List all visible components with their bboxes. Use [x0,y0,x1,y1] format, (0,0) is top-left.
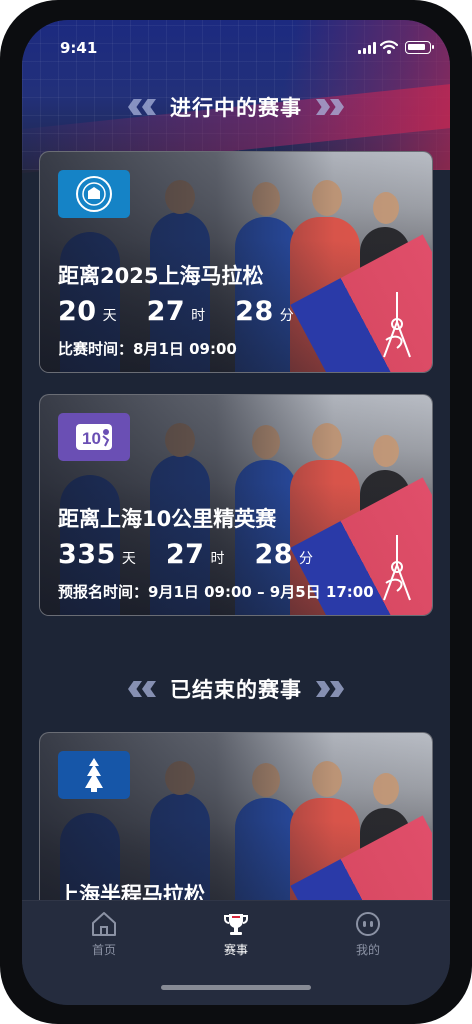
hours-unit: 时 [210,551,225,567]
university-seal-icon [76,176,112,212]
knot-decoration-icon [383,292,411,358]
trophy-icon [224,914,248,935]
knot-decoration-icon [383,535,411,601]
tab-home-label: 首页 [91,943,116,957]
days-unit: 天 [102,308,117,324]
app-screen: 9:41 进行中的赛事 距离2025上海马拉松 20 天 27 时 28 分 比… [22,20,450,1005]
tab-mine-label: 我的 [355,943,380,957]
event-card[interactable]: 10 距离上海10公里精英赛 335 天 27 时 28 分 预报名时间：9月1… [39,394,433,616]
countdown-minutes: 28 [254,539,294,570]
event-title: 距离上海10公里精英赛 [58,507,277,531]
badge-text: 10 [82,429,101,448]
countdown: 335 天 27 时 28 分 [58,539,343,570]
event-logo: 10 [58,413,130,461]
event-time: 比赛时间：8月1日 09:00 [58,338,237,359]
home-icon [92,912,116,936]
event-logo [58,751,130,799]
double-chevron-right-icon [316,681,344,697]
tab-home[interactable]: 首页 [64,911,144,958]
wifi-icon [380,40,398,54]
event-title: 距离2025上海马拉松 [58,264,264,288]
tab-events-label: 赛事 [223,943,248,957]
event-card[interactable]: 距离2025上海马拉松 20 天 27 时 28 分 比赛时间：8月1日 09:… [39,151,433,373]
event-time-value: 8月1日 09:00 [133,340,237,358]
tab-events[interactable]: 赛事 [196,911,276,958]
minutes-unit: 分 [299,551,314,567]
days-unit: 天 [121,551,136,567]
half-marathon-icon [85,758,103,792]
minutes-unit: 分 [279,308,294,324]
event-logo [58,170,130,218]
event-time-label: 预报名时间： [58,583,149,601]
double-chevron-right-icon [316,99,344,115]
section-label: 已结束的赛事 [170,678,302,702]
event-time-label: 比赛时间： [58,340,134,358]
countdown-hours: 27 [165,539,205,570]
hours-unit: 时 [191,308,206,324]
countdown-days: 20 [58,296,97,327]
event-time-value: 9月1日 09:00 – 9月5日 17:00 [148,583,374,601]
battery-icon [405,41,434,54]
tab-mine[interactable]: 我的 [328,911,408,958]
countdown-days: 335 [58,539,116,570]
countdown-minutes: 28 [235,296,274,327]
section-title-ended: 已结束的赛事 [22,674,450,704]
section-title-ongoing: 进行中的赛事 [22,92,450,122]
status-bar: 9:41 [22,20,450,74]
status-time: 9:41 [60,39,98,57]
double-chevron-left-icon [128,681,156,697]
cellular-signal-icon [358,42,376,54]
profile-face-icon [356,912,380,936]
home-indicator[interactable] [161,985,311,990]
countdown-hours: 27 [146,296,186,327]
section-label: 进行中的赛事 [170,96,302,120]
phone-frame: 9:41 进行中的赛事 距离2025上海马拉松 20 天 27 时 28 分 比… [0,0,472,1024]
10k-runner-icon: 10 [76,424,112,450]
countdown: 20 天 27 时 28 分 [58,296,324,327]
double-chevron-left-icon [128,99,156,115]
event-time: 预报名时间：9月1日 09:00 – 9月5日 17:00 [58,581,374,602]
